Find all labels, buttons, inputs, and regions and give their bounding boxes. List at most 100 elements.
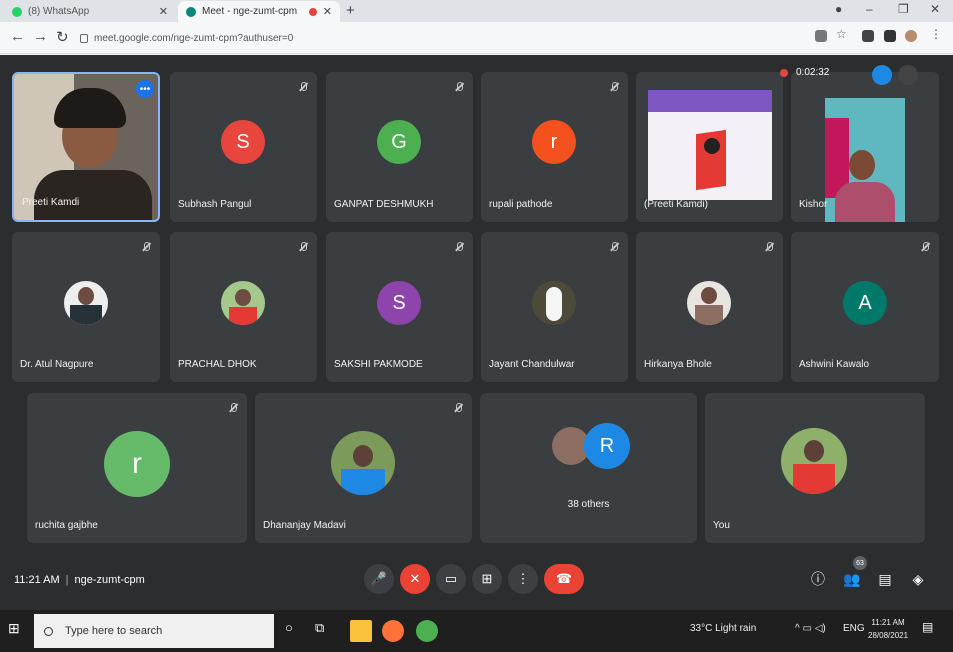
others-tile[interactable]: R 38 others [480, 393, 697, 543]
weather-status[interactable]: 33°C Light rain [690, 623, 756, 634]
participant-name: PRACHAL DHOK [178, 359, 257, 370]
mic-off-icon [612, 82, 618, 91]
participant-count-badge: 63 [853, 556, 867, 570]
tab-title: Meet - nge-zumt-cpm [202, 6, 298, 17]
participant-name: Subhash Pangul [178, 199, 252, 210]
mic-off-icon [923, 242, 929, 251]
star-icon[interactable]: ☆ [836, 27, 848, 41]
meeting-stage: ••• Preeti Kamdi S Subhash Pangul G GANP… [0, 55, 953, 610]
url-text: meet.google.com/nge-zumt-cpm?authuser=0 [94, 32, 294, 44]
puzzle-icon[interactable] [884, 30, 896, 42]
mic-off-icon [301, 242, 307, 251]
new-tab-button[interactable]: + [346, 2, 355, 19]
task-view-icon[interactable]: ⧉ [315, 620, 337, 642]
participant-tile[interactable]: S Subhash Pangul [170, 72, 317, 222]
tab-whatsapp[interactable]: (8) WhatsApp ✕ [4, 1, 176, 22]
avatar [532, 281, 576, 325]
participant-name: Preeti Kamdi [22, 197, 80, 208]
url-field[interactable]: meet.google.com/nge-zumt-cpm?authuser=0 [80, 29, 800, 47]
participant-tile[interactable]: Hirkanya Bhole [636, 232, 783, 382]
presentation-tile[interactable]: (Preeti Kamdi) [636, 72, 783, 222]
windows-start-icon[interactable]: ⊞ [8, 620, 30, 642]
recording-indicator-icon [308, 7, 317, 16]
meet-icon [186, 6, 196, 17]
avatar [687, 281, 731, 325]
chrome-icon[interactable] [416, 620, 438, 642]
minimize-button[interactable]: – [866, 2, 873, 16]
clock-time: 11:21 AM [871, 618, 905, 627]
browser-tab-bar: (8) WhatsApp ✕ Meet - nge-zumt-cpm ✕ + ●… [0, 0, 953, 22]
video-feed [825, 98, 905, 222]
participant-name: Dr. Atul Nagpure [20, 359, 94, 370]
taskbar: ⊞ Type here to search ○ ⧉ 33°C Light rai… [0, 610, 953, 652]
participant-tile[interactable]: Dr. Atul Nagpure [12, 232, 160, 382]
self-tile[interactable]: You [705, 393, 925, 543]
language-indicator[interactable]: ENG [843, 623, 865, 634]
camera-off-button[interactable]: ✕ [400, 564, 430, 594]
participant-tile[interactable]: S SAKSHI PAKMODE [326, 232, 473, 382]
people-icon[interactable]: 👥 [842, 569, 862, 589]
back-icon[interactable]: ← [10, 28, 25, 45]
present-button[interactable]: ⊞ [472, 564, 502, 594]
close-window-button[interactable]: ✕ [930, 2, 940, 16]
more-options-icon[interactable]: ••• [136, 80, 154, 98]
participant-tile[interactable]: Jayant Chandulwar [481, 232, 628, 382]
slide-header [648, 90, 772, 112]
participant-name: ruchita gajbhe [35, 520, 98, 531]
extension-icon[interactable] [862, 30, 874, 42]
avatar: R [584, 423, 630, 469]
close-tab-icon[interactable]: ✕ [323, 5, 332, 18]
info-icon[interactable]: ⓘ [808, 569, 828, 589]
participant-name: Kishor [799, 199, 828, 210]
participant-tile[interactable]: Dhananjay Madavi [255, 393, 472, 543]
maximize-button[interactable]: ❐ [898, 2, 909, 16]
reload-icon[interactable]: ↻ [56, 28, 69, 46]
participant-name: SAKSHI PAKMODE [334, 359, 423, 370]
participant-name: Ashwini Kawalo [799, 359, 870, 370]
mic-off-icon [457, 242, 463, 251]
profile-icon[interactable]: ● [835, 2, 842, 16]
clock-date: 28/08/2021 [868, 631, 909, 640]
avatar: r [104, 431, 170, 497]
camera-icon[interactable] [815, 30, 827, 42]
notification-icon[interactable]: ▤ [922, 620, 944, 642]
participant-tile[interactable]: G GANPAT DESHMUKH [326, 72, 473, 222]
avatar[interactable] [905, 30, 917, 42]
participant-name: Dhananjay Madavi [263, 520, 346, 531]
location-icon [704, 138, 720, 154]
mic-off-icon [231, 403, 237, 412]
participant-tile[interactable]: A Ashwini Kawalo [791, 232, 939, 382]
search-placeholder: Type here to search [65, 625, 163, 637]
mic-icon[interactable] [898, 65, 918, 85]
close-tab-icon[interactable]: ✕ [159, 5, 168, 18]
system-clock[interactable]: 11:21 AM 28/08/2021 [868, 616, 908, 642]
tab-title: (8) WhatsApp [28, 6, 90, 17]
more-options-button[interactable]: ⋮ [508, 564, 538, 594]
captions-button[interactable]: ▭ [436, 564, 466, 594]
chat-icon[interactable]: ▤ [875, 569, 895, 589]
meeting-time: 11:21 AM [14, 574, 60, 586]
search-box[interactable]: Type here to search [34, 614, 274, 648]
tray-icons[interactable]: ^ ▭ ◁) [795, 623, 826, 634]
participant-tile[interactable]: r ruchita gajbhe [27, 393, 247, 543]
cortana-icon[interactable]: ○ [285, 620, 307, 642]
activities-icon[interactable]: ◈ [908, 569, 928, 589]
participant-tile[interactable]: Kishor [791, 72, 939, 222]
mic-button[interactable]: 🎤 [364, 564, 394, 594]
end-call-button[interactable]: ☎ [544, 564, 584, 594]
participant-tile[interactable]: ••• Preeti Kamdi [12, 72, 160, 222]
mic-off-icon [612, 242, 618, 251]
captions-icon[interactable] [872, 65, 892, 85]
recording-timer: 0:02:32 [780, 67, 829, 78]
firefox-icon[interactable] [382, 620, 404, 642]
forward-icon[interactable]: → [33, 28, 48, 45]
participant-tile[interactable]: r rupali pathode [481, 72, 628, 222]
participant-tile[interactable]: PRACHAL DHOK [170, 232, 317, 382]
tab-meet[interactable]: Meet - nge-zumt-cpm ✕ [178, 1, 340, 22]
avatar [781, 428, 847, 494]
meeting-controls: 11:21 AM | nge-zumt-cpm 🎤 ✕ ▭ ⊞ ⋮ ☎ ⓘ 👥 ▤ … [0, 560, 953, 610]
participant-name: Jayant Chandulwar [489, 359, 575, 370]
menu-icon[interactable]: ⋮ [930, 27, 942, 41]
file-explorer-icon[interactable] [350, 620, 372, 642]
search-icon [44, 626, 53, 636]
